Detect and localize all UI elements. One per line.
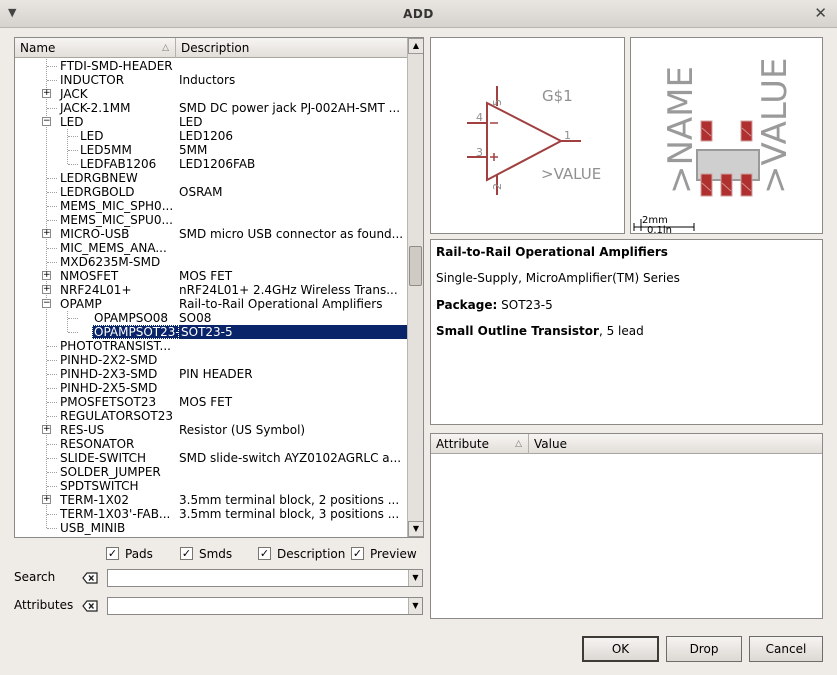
search-input[interactable]: ▼ xyxy=(107,569,423,587)
clear-search-icon[interactable] xyxy=(82,572,98,584)
tree-row-pinhd-2x2-smd[interactable]: PINHD-2X2-SMD xyxy=(15,353,407,367)
attributes-dropdown-icon[interactable]: ▼ xyxy=(408,598,422,614)
tree-row-resonator[interactable]: RESONATOR xyxy=(15,437,407,451)
tree-row-pinhd-2x5-smd[interactable]: PINHD-2X5-SMD xyxy=(15,381,407,395)
tree-row-micro-usb[interactable]: + MICRO-USB SMD micro USB connector as fou… xyxy=(15,227,407,241)
pin-label-2: 2 xyxy=(491,183,504,190)
attributes-input[interactable]: ▼ xyxy=(107,597,423,615)
tree-row-term-1x02[interactable]: + TERM-1X02 3.5mm terminal block, 2 positi… xyxy=(15,493,407,507)
column-header-attribute[interactable]: Attribute △ xyxy=(431,434,529,454)
package-name-label: >NAME xyxy=(661,66,701,194)
package-preview: >NAME >VALUE 2mm 0.1in xyxy=(630,37,823,234)
drop-button[interactable]: Drop xyxy=(666,636,742,662)
description-panel: Rail-to-Rail Operational Amplifiers Sing… xyxy=(430,239,823,425)
tree-row-jack-2-1mm[interactable]: JACK-2.1MM SMD DC power jack PJ-002AH-SMT… xyxy=(15,101,407,115)
tree-row-nmosfet[interactable]: + NMOSFET MOS FET xyxy=(15,269,407,283)
opamp-symbol-icon: G$1 >VALUE 1 4 3 5 2 xyxy=(467,86,601,195)
scrollbar-thumb[interactable] xyxy=(409,246,422,286)
title-bar: ▼ ADD ✕ xyxy=(0,0,837,28)
tree-row-mic-mems-ana[interactable]: MIC_MEMS_ANA... xyxy=(15,241,407,255)
description-checkbox[interactable]: ✓ xyxy=(258,547,271,560)
tree-row-led-variant[interactable]: LED LED1206 xyxy=(15,129,407,143)
tree-row-jack[interactable]: + JACK xyxy=(15,87,407,101)
tree-row-regulatorsot23[interactable]: REGULATORSOT23 xyxy=(15,409,407,423)
column-header-description[interactable]: Description xyxy=(176,38,407,58)
tree-row-mems-mic-spu0[interactable]: MEMS_MIC_SPU0... xyxy=(15,213,407,227)
description-subtitle: Single-Supply, MicroAmplifier(TM) Series xyxy=(436,271,680,285)
transistor-rest: , 5 lead xyxy=(598,324,644,338)
expand-icon[interactable]: + xyxy=(42,89,51,98)
search-label: Search xyxy=(14,570,56,584)
collapse-icon[interactable]: − xyxy=(42,299,51,308)
sort-ascending-icon: △ xyxy=(515,439,522,449)
tree-row-opampso08[interactable]: OPAMPSO08 SO08 xyxy=(15,311,407,325)
search-dropdown-icon[interactable]: ▼ xyxy=(408,570,422,586)
symbol-value-label: >VALUE xyxy=(541,165,601,183)
clear-attributes-icon[interactable] xyxy=(82,600,98,612)
package-line: Package: SOT23-5 xyxy=(436,298,553,312)
attribute-table-header: Attribute △ Value xyxy=(431,434,822,454)
preview-checkbox[interactable]: ✓ xyxy=(351,547,364,560)
package-value: SOT23-5 xyxy=(501,298,553,312)
scale-in-label: 0.1in xyxy=(647,225,672,234)
tree-rows: FTDI-SMD-HEADER INDUCTOR Inductors + JACK … xyxy=(15,59,407,535)
pin-label-3: 3 xyxy=(476,146,483,159)
tree-row-mems-mic-sph0[interactable]: MEMS_MIC_SPH0... xyxy=(15,199,407,213)
tree-row-mxd6235m-smd[interactable]: MXD6235M-SMD xyxy=(15,255,407,269)
pin-label-5: 5 xyxy=(491,99,504,106)
tree-row-pinhd-2x3-smd[interactable]: PINHD-2X3-SMD PIN HEADER xyxy=(15,367,407,381)
tree-row-ledrgbnew[interactable]: LEDRGBNEW xyxy=(15,171,407,185)
tree-row-usb-minib[interactable]: USB_MINIB xyxy=(15,521,407,535)
attributes-label: Attributes xyxy=(14,598,74,612)
expand-icon[interactable]: + xyxy=(42,425,51,434)
tree-row-res-us[interactable]: + RES-US Resistor (US Symbol) xyxy=(15,423,407,437)
package-label: Package: xyxy=(436,298,498,312)
transistor-label: Small Outline Transistor xyxy=(436,324,599,338)
window-title: ADD xyxy=(403,7,434,21)
expand-icon[interactable]: + xyxy=(42,495,51,504)
attribute-table[interactable]: Attribute △ Value xyxy=(430,433,823,619)
tree-row-ledrgbold[interactable]: LEDRGBOLD OSRAM xyxy=(15,185,407,199)
tree-row-slide-switch[interactable]: SLIDE-SWITCH SMD slide-switch AYZ0102AGRL… xyxy=(15,451,407,465)
expand-icon[interactable]: + xyxy=(42,229,51,238)
tree-row-phototransist[interactable]: PHOTOTRANSIST... xyxy=(15,339,407,353)
tree-row-led5mm[interactable]: LED5MM 5MM xyxy=(15,143,407,157)
tree-row-nrf24l01[interactable]: + NRF24L01+ nRF24L01+ 2.4GHz Wireless Tran… xyxy=(15,283,407,297)
sort-ascending-icon: △ xyxy=(162,43,169,53)
tree-scrollbar[interactable]: ▲ ▼ xyxy=(407,38,423,537)
pads-checkbox[interactable]: ✓ xyxy=(106,547,119,560)
close-icon[interactable]: ✕ xyxy=(814,4,827,22)
tree-row-ftdi-smd-header[interactable]: FTDI-SMD-HEADER xyxy=(15,59,407,73)
description-heading: Rail-to-Rail Operational Amplifiers xyxy=(436,245,668,259)
expand-icon[interactable]: + xyxy=(42,285,51,294)
smds-checkbox[interactable]: ✓ xyxy=(180,547,193,560)
tree-row-ledfab1206[interactable]: LEDFAB1206 LED1206FAB xyxy=(15,157,407,171)
tree-row-led[interactable]: − LED LED xyxy=(15,115,407,129)
tree-row-inductor[interactable]: INDUCTOR Inductors xyxy=(15,73,407,87)
tree-row-solder-jumper[interactable]: SOLDER_JUMPER xyxy=(15,465,407,479)
symbol-name-label: G$1 xyxy=(542,87,573,105)
symbol-preview: G$1 >VALUE 1 4 3 5 2 xyxy=(430,37,625,234)
column-header-name[interactable]: Name △ xyxy=(15,38,176,58)
ok-button[interactable]: OK xyxy=(582,636,659,662)
tree-row-pmosfetsot23[interactable]: PMOSFETSOT23 MOS FET xyxy=(15,395,407,409)
pin-label-4: 4 xyxy=(476,111,483,124)
sot23-5-footprint-icon: >NAME >VALUE 2mm 0.1in xyxy=(633,58,795,234)
transistor-line: Small Outline Transistor, 5 lead xyxy=(436,324,644,338)
column-header-value[interactable]: Value xyxy=(529,434,822,454)
library-tree[interactable]: Name △ Description FTDI-SMD-HEADER INDUC… xyxy=(14,37,424,538)
expand-icon[interactable]: + xyxy=(42,271,51,280)
tree-row-spdtswitch[interactable]: SPDTSWITCH xyxy=(15,479,407,493)
pin-label-1: 1 xyxy=(564,129,571,142)
collapse-icon[interactable]: − xyxy=(42,117,51,126)
scroll-up-icon[interactable]: ▲ xyxy=(408,38,423,54)
scroll-down-icon[interactable]: ▼ xyxy=(408,521,423,537)
tree-header: Name △ Description xyxy=(15,38,407,58)
tree-row-opampsot23-5[interactable]: OPAMPSOT23-5 SOT23-5 xyxy=(15,325,407,339)
tree-row-term-1x03-fab[interactable]: TERM-1X03'-FAB... 3.5mm terminal block, 3… xyxy=(15,507,407,521)
cancel-button[interactable]: Cancel xyxy=(749,636,823,662)
package-value-label: >VALUE xyxy=(755,58,795,194)
tree-row-opamp[interactable]: − OPAMP Rail-to-Rail Operational Amplifier… xyxy=(15,297,407,311)
